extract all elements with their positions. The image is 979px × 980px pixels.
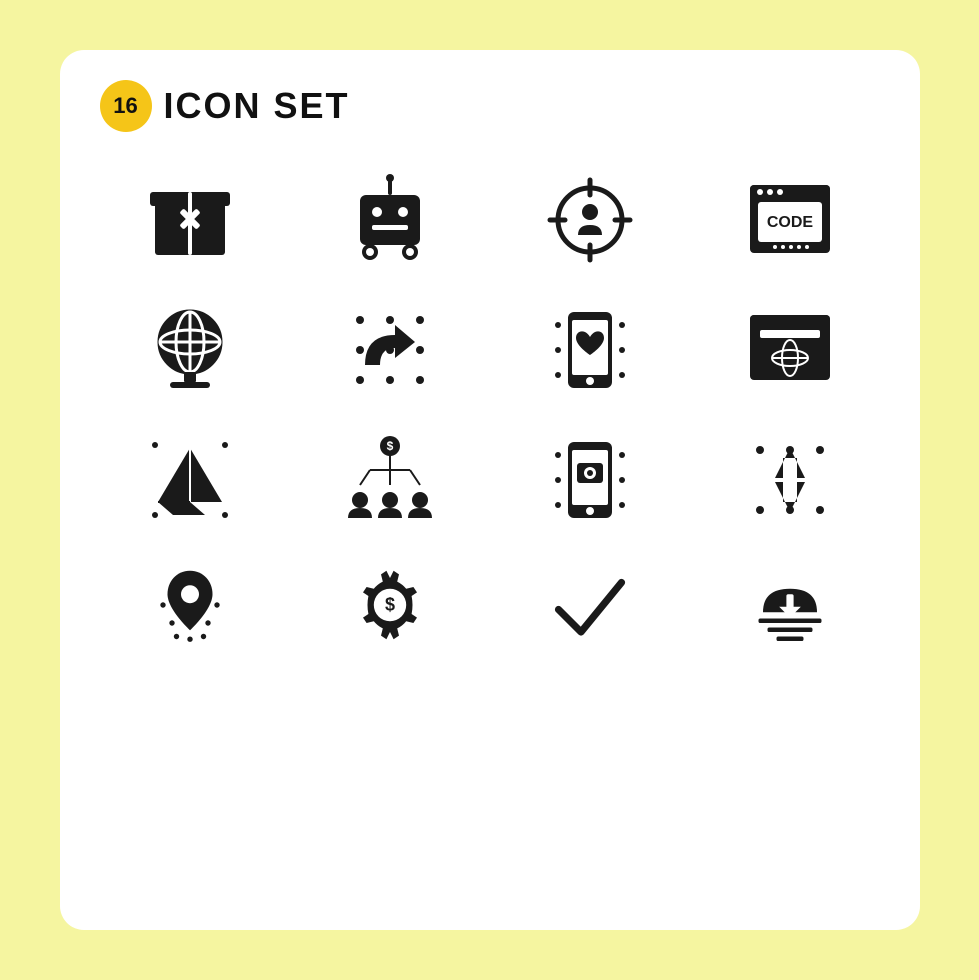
badge-number: 16	[100, 80, 152, 132]
3d-pyramid-icon	[100, 420, 280, 540]
checkmark-icon	[500, 550, 680, 660]
mobile-heart-icon	[500, 290, 680, 410]
settings-dollar-icon: $	[300, 550, 480, 660]
code-browser-icon: CODE	[700, 160, 880, 280]
globe-stand-icon	[100, 290, 280, 410]
svg-text:$: $	[384, 594, 394, 614]
box-remove-icon	[100, 160, 280, 280]
main-card: 16 ICON SET	[60, 50, 920, 930]
robot-cart-icon	[300, 160, 480, 280]
svg-text:CODE: CODE	[766, 214, 813, 231]
location-pin-icon	[100, 550, 280, 660]
title: ICON SET	[164, 85, 350, 127]
svg-text:$: $	[386, 439, 393, 453]
crowdfunding-icon: $	[300, 420, 480, 540]
mobile-camera-icon	[500, 420, 680, 540]
route-direction-icon	[300, 290, 480, 410]
header: 16 ICON SET	[100, 80, 350, 132]
target-person-icon	[500, 160, 680, 280]
transfer-icon	[700, 420, 880, 540]
web-globe-icon	[700, 290, 880, 410]
icons-grid: CODE	[100, 160, 880, 660]
sunset-download-icon	[700, 550, 880, 660]
